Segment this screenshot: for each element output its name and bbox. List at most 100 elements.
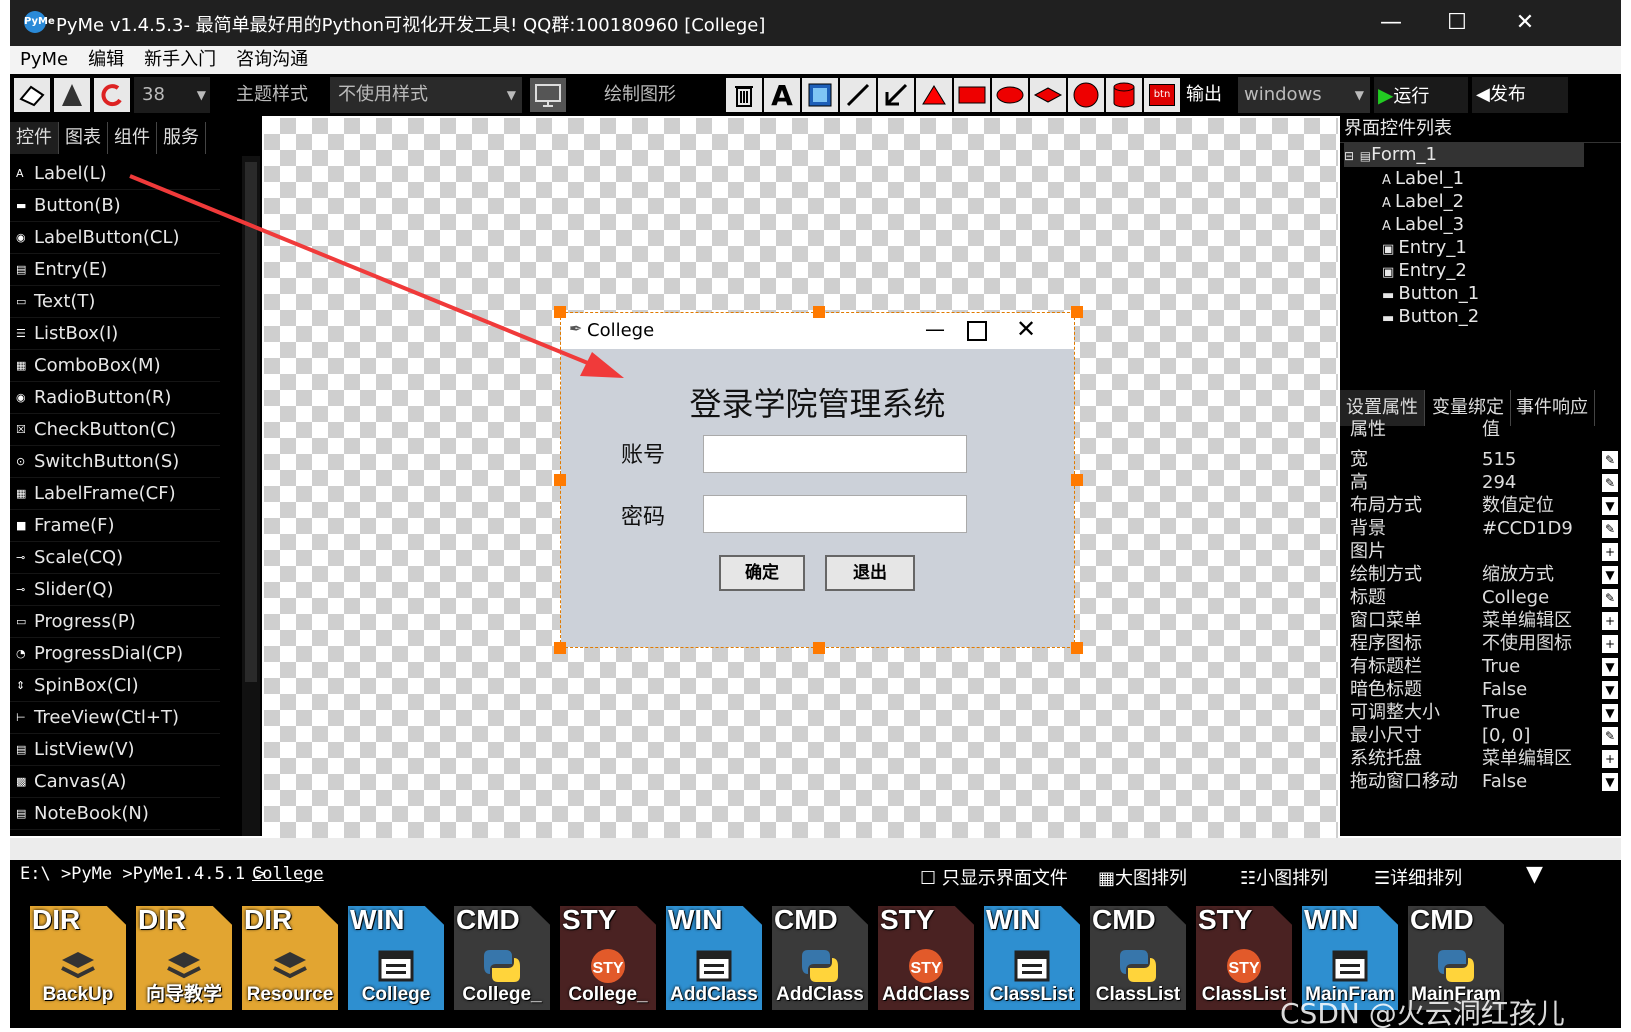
resize-handle[interactable] — [1071, 306, 1083, 318]
property-value[interactable]: 数值定位 — [1482, 494, 1554, 518]
control-item[interactable]: ◉ LabelButton(CL) — [10, 222, 220, 254]
property-value[interactable]: [0, 0] — [1482, 724, 1530, 748]
menu-consult[interactable]: 咨询沟通 — [226, 46, 318, 74]
tree-item[interactable]: ▣ Entry_1 — [1382, 236, 1467, 260]
property-value[interactable]: 不使用图标 — [1482, 632, 1572, 656]
property-edit-icon[interactable]: + — [1602, 635, 1618, 653]
line-tool-icon[interactable] — [840, 78, 876, 112]
resize-handle[interactable] — [554, 306, 566, 318]
property-row[interactable]: 暗色标题 False ▼ — [1340, 678, 1621, 702]
control-item[interactable]: ▤ NoteBook(N) — [10, 798, 220, 830]
property-edit-icon[interactable]: ▼ — [1602, 658, 1618, 676]
property-edit-icon[interactable]: ✎ — [1602, 520, 1618, 538]
control-item[interactable]: ◉ RadioButton(R) — [10, 382, 220, 414]
publish-button[interactable]: ◀发布 — [1472, 77, 1568, 113]
control-item[interactable]: A Label(L) — [10, 158, 220, 190]
account-input[interactable] — [703, 435, 967, 473]
tree-item[interactable]: ▬ Button_2 — [1382, 305, 1479, 329]
file-item[interactable]: WIN AddClass — [666, 904, 762, 1010]
cylinder-tool-icon[interactable] — [1106, 78, 1142, 112]
tree-item[interactable]: A Label_1 — [1382, 167, 1464, 191]
style-select[interactable]: 不使用样式 ▼ — [330, 77, 522, 113]
minimize-button[interactable]: — — [1366, 6, 1416, 40]
property-row[interactable]: 程序图标 不使用图标 + — [1340, 632, 1621, 656]
property-edit-icon[interactable]: ▼ — [1602, 773, 1618, 791]
property-edit-icon[interactable]: + — [1602, 543, 1618, 561]
output-button[interactable]: 输出 — [1182, 77, 1232, 113]
tree-item[interactable]: ▣ Entry_2 — [1382, 259, 1467, 283]
triangle-tool-icon[interactable] — [916, 78, 952, 112]
property-row[interactable]: 标题 College ✎ — [1340, 586, 1621, 610]
run-button[interactable]: ▶运行 — [1374, 77, 1468, 113]
control-item[interactable]: ⊢ TreeView(Ctl+T) — [10, 702, 220, 734]
close-button[interactable]: ✕ — [1500, 6, 1550, 40]
property-edit-icon[interactable]: + — [1602, 612, 1618, 630]
file-item[interactable]: DIR 向导教学 — [136, 904, 232, 1010]
only-ui-checkbox[interactable]: ☐ 只显示界面文件 — [920, 864, 1068, 890]
password-input[interactable] — [703, 495, 967, 533]
menu-pyme[interactable]: PyMe — [10, 46, 78, 74]
screen-tool-icon[interactable] — [530, 78, 566, 112]
property-value[interactable]: College — [1482, 586, 1549, 610]
circle-tool-icon[interactable] — [1068, 78, 1104, 112]
control-item[interactable]: ■ Frame(F) — [10, 510, 220, 542]
control-item[interactable]: ☰ ListBox(I) — [10, 318, 220, 350]
resize-handle[interactable] — [1071, 474, 1083, 486]
control-item[interactable]: ▭ Text(T) — [10, 286, 220, 318]
property-value[interactable]: False — [1482, 678, 1527, 702]
control-item[interactable]: ⇕ SpinBox(CI) — [10, 670, 220, 702]
user-tool-icon[interactable] — [54, 78, 90, 112]
eraser-tool-icon[interactable] — [14, 78, 50, 112]
property-value[interactable]: True — [1482, 655, 1520, 679]
property-value[interactable]: True — [1482, 701, 1520, 725]
control-item[interactable]: ⊙ SwitchButton(S) — [10, 446, 220, 478]
property-row[interactable]: 图片 + — [1340, 540, 1621, 564]
file-item[interactable]: CMD AddClass — [772, 904, 868, 1010]
property-row[interactable]: 布局方式 数值定位 ▼ — [1340, 494, 1621, 518]
property-row[interactable]: 高 294 ✎ — [1340, 471, 1621, 495]
menu-edit[interactable]: 编辑 — [78, 46, 134, 74]
property-edit-icon[interactable]: + — [1602, 750, 1618, 768]
form-preview[interactable]: ✒ College — ✕ 登录学院管理系统 账号 密码 确定 退出 — [560, 312, 1075, 648]
maximize-button[interactable]: ☐ — [1432, 6, 1482, 40]
control-item[interactable]: ▤ Entry(E) — [10, 254, 220, 286]
control-item[interactable]: ▭ Progress(P) — [10, 606, 220, 638]
diamond-tool-icon[interactable] — [1030, 78, 1066, 112]
file-item[interactable]: CMD College_ — [454, 904, 550, 1010]
control-item[interactable]: ⊸ Slider(Q) — [10, 574, 220, 606]
property-row[interactable]: 宽 515 ✎ — [1340, 448, 1621, 472]
file-item[interactable]: DIR BackUp — [30, 904, 126, 1010]
property-edit-icon[interactable]: ✎ — [1602, 474, 1618, 492]
tab-components[interactable]: 组件 — [108, 122, 157, 154]
tree-root[interactable]: ⊟ ▤Form_1 — [1344, 143, 1584, 167]
menu-beginner[interactable]: 新手入门 — [134, 46, 226, 74]
file-item[interactable]: STY STY ClassList — [1196, 904, 1292, 1010]
file-item[interactable]: WIN College — [348, 904, 444, 1010]
property-row[interactable]: 有标题栏 True ▼ — [1340, 655, 1621, 679]
arrow-tool-icon[interactable] — [878, 78, 914, 112]
property-edit-icon[interactable]: ✎ — [1602, 589, 1618, 607]
font-size-select[interactable]: 38 ▼ — [134, 77, 210, 113]
tree-item[interactable]: ▬ Button_1 — [1382, 282, 1479, 306]
large-view-button[interactable]: ▦大图排列 — [1098, 864, 1187, 890]
rectangle-tool-icon[interactable] — [954, 78, 990, 112]
control-item[interactable]: ☒ CheckButton(C) — [10, 414, 220, 446]
property-value[interactable]: 菜单编辑区 — [1482, 747, 1572, 771]
property-value[interactable]: 菜单编辑区 — [1482, 609, 1572, 633]
control-item[interactable]: ◔ ProgressDial(CP) — [10, 638, 220, 670]
property-edit-icon[interactable]: ▼ — [1602, 566, 1618, 584]
control-item[interactable]: ▬ Button(B) — [10, 190, 220, 222]
property-edit-icon[interactable]: ▼ — [1602, 704, 1618, 722]
control-item[interactable]: ▤ ListView(V) — [10, 734, 220, 766]
file-item[interactable]: WIN ClassList — [984, 904, 1080, 1010]
resize-handle[interactable] — [554, 474, 566, 486]
text-tool-icon[interactable]: A — [764, 78, 800, 112]
button-tool-icon[interactable]: btn — [1144, 78, 1180, 112]
property-row[interactable]: 拖动窗口移动 False ▼ — [1340, 770, 1621, 794]
property-edit-icon[interactable]: ✎ — [1602, 451, 1618, 469]
property-edit-icon[interactable]: ✎ — [1602, 727, 1618, 745]
property-value[interactable]: False — [1482, 770, 1527, 794]
file-item[interactable]: DIR Resource — [242, 904, 338, 1010]
detail-view-button[interactable]: ☰详细排列 — [1374, 864, 1462, 890]
platform-select[interactable]: windows ▼ — [1238, 77, 1370, 113]
